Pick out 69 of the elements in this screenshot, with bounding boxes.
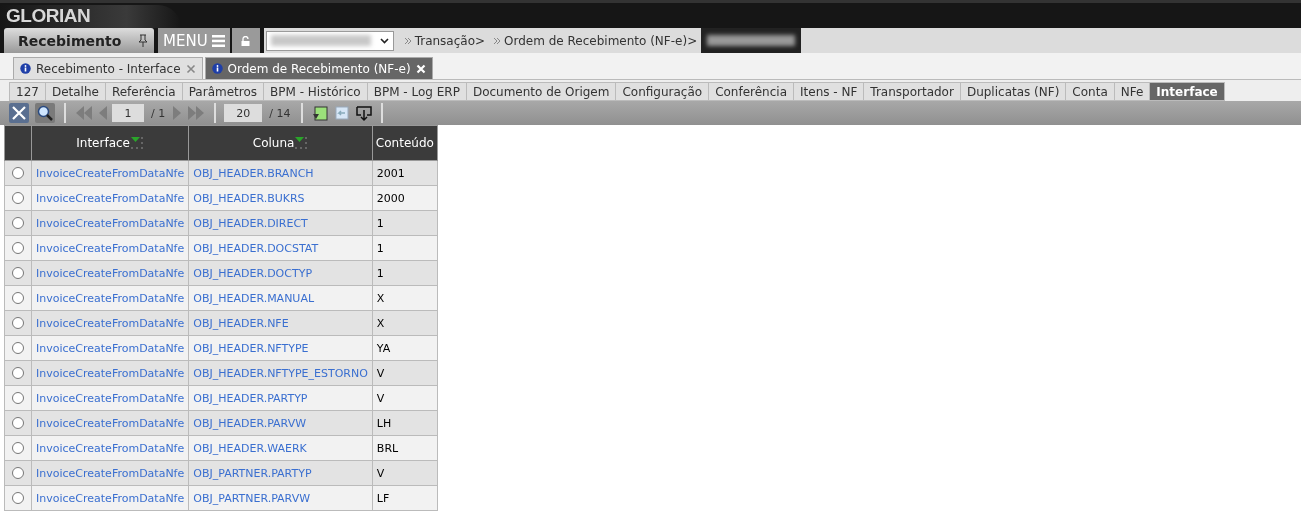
tab[interactable]: 127 xyxy=(9,82,46,101)
tab[interactable]: Duplicatas (NF) xyxy=(959,82,1067,101)
filter-icon xyxy=(294,136,309,150)
content-cell: LH xyxy=(376,416,392,430)
company-select[interactable] xyxy=(265,30,394,51)
row-radio[interactable] xyxy=(12,342,24,354)
content-cell: YA xyxy=(376,341,391,355)
tab[interactable]: Detalhe xyxy=(44,82,106,101)
module-title: Recebimento xyxy=(18,32,122,49)
row-radio[interactable] xyxy=(12,167,24,179)
content-cell: X xyxy=(376,316,385,330)
content-cell: 1 xyxy=(376,241,384,255)
row-radio[interactable] xyxy=(12,242,24,254)
content-cell: 2000 xyxy=(376,191,405,205)
download-icon[interactable] xyxy=(355,104,374,122)
tab[interactable]: Conta xyxy=(1065,82,1115,101)
content-cell: V xyxy=(376,466,385,480)
content-cell: 1 xyxy=(376,266,384,280)
tab[interactable]: Documento de Origem xyxy=(465,82,617,101)
row-radio[interactable] xyxy=(12,367,24,379)
content-cell: V xyxy=(376,391,385,405)
content-cell: 1 xyxy=(376,216,384,230)
pin-icon[interactable] xyxy=(138,34,148,47)
refresh-icon[interactable] xyxy=(311,104,330,122)
row-radio[interactable] xyxy=(12,267,24,279)
info-icon xyxy=(20,63,31,74)
breadcrumb-link[interactable]: Transação> xyxy=(399,33,490,48)
breadcrumb-link[interactable]: Ordem de Recebimento (NF-e)> xyxy=(489,33,702,48)
row-radio[interactable] xyxy=(12,442,24,454)
content-cell: LF xyxy=(376,491,390,505)
tab[interactable]: BPM - Histórico xyxy=(263,82,368,101)
row-radio[interactable] xyxy=(12,492,24,504)
chevron-icon xyxy=(403,36,412,45)
row-radio[interactable] xyxy=(12,417,24,429)
tab[interactable]: Conferência xyxy=(708,82,794,101)
content-cell: 2001 xyxy=(376,166,405,180)
filter-icon xyxy=(130,136,144,150)
row-radio[interactable] xyxy=(12,392,24,404)
info-icon xyxy=(211,63,223,74)
row-radio[interactable] xyxy=(12,217,24,229)
tab[interactable]: Referência xyxy=(104,82,183,101)
document-tab[interactable]: Ordem de Recebimento (NF-e) xyxy=(204,57,433,79)
menu-button[interactable]: MENU xyxy=(158,28,230,53)
document-tab[interactable]: Recebimento - Interface xyxy=(13,57,203,79)
column-header[interactable]: Interface xyxy=(76,136,130,150)
tab[interactable]: Configuração xyxy=(615,82,710,101)
row-radio[interactable] xyxy=(12,317,24,329)
content-cell: V xyxy=(376,366,385,380)
chevron-icon xyxy=(493,36,502,45)
lock-icon[interactable] xyxy=(241,35,251,46)
column-header[interactable]: Coluna xyxy=(252,136,295,150)
row-radio[interactable] xyxy=(12,292,24,304)
tab[interactable]: Itens - NF xyxy=(793,82,865,101)
page-size-field[interactable]: 20 xyxy=(224,104,263,122)
tab[interactable]: Parâmetros xyxy=(181,82,265,101)
content-cell: BRL xyxy=(376,441,399,455)
row-radio[interactable] xyxy=(12,467,24,479)
close-icon[interactable] xyxy=(185,63,196,74)
content-cell: X xyxy=(376,291,385,305)
tab[interactable]: Interface xyxy=(1149,82,1225,101)
caret-icon xyxy=(379,37,389,44)
record-count: / 14 xyxy=(268,106,292,120)
row-radio[interactable] xyxy=(12,192,24,204)
page-field[interactable]: 1 xyxy=(112,104,144,122)
tab[interactable]: BPM - Log ERP xyxy=(366,82,467,101)
page-count: / 1 xyxy=(150,106,167,120)
search-icon[interactable] xyxy=(34,103,56,123)
tab[interactable]: Transportador xyxy=(863,82,961,101)
menu-icon xyxy=(211,34,225,47)
